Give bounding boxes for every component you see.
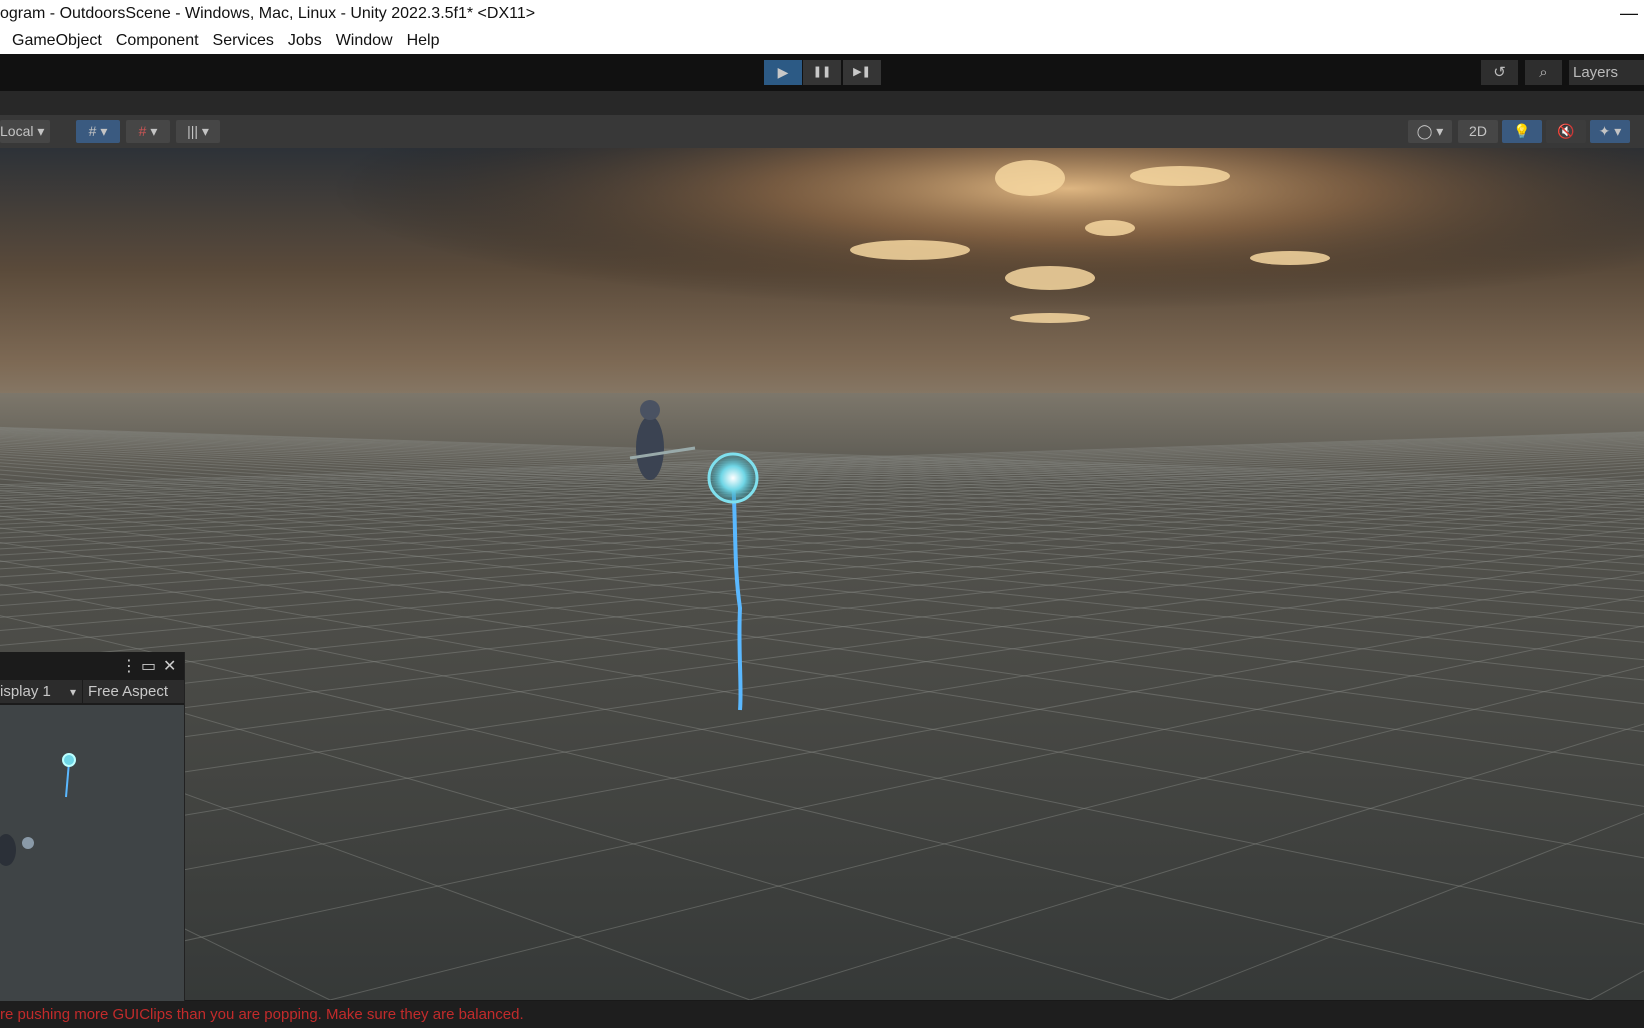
scene-view[interactable] xyxy=(0,148,1644,1000)
title-bar: ogram - OutdoorsScene - Windows, Mac, Li… xyxy=(0,0,1644,27)
pause-button[interactable]: ❚❚ xyxy=(803,60,841,85)
search-icon[interactable]: ⌕ xyxy=(1525,60,1562,85)
scene-render xyxy=(0,148,1644,1000)
display-dropdown[interactable]: isplay 1 ▾ xyxy=(0,680,83,704)
main-toolbar: ▶ ❚❚ ▶❚ ↺ ⌕ Layers xyxy=(0,54,1644,91)
pivot-local-dropdown[interactable]: Local ▾ xyxy=(0,120,50,143)
game-render xyxy=(0,753,76,866)
magnet-grid-icon: # xyxy=(138,123,147,139)
shading-icon: ◯ xyxy=(1416,123,1433,139)
chevron-down-icon: ▾ xyxy=(37,123,45,139)
window-title: ogram - OutdoorsScene - Windows, Mac, Li… xyxy=(0,5,536,22)
grid-icon: # xyxy=(88,123,97,139)
menu-help[interactable]: Help xyxy=(400,27,447,54)
more-options-icon[interactable]: ⋮ xyxy=(121,656,137,676)
game-view-header: ⋮ ▭ ✕ xyxy=(0,652,184,680)
menu-window[interactable]: Window xyxy=(329,27,400,54)
chevron-down-icon: ▾ xyxy=(1614,123,1622,139)
chevron-down-icon: ▾ xyxy=(69,685,76,699)
aspect-dropdown[interactable]: Free Aspect xyxy=(88,680,168,704)
maximize-icon[interactable]: ▭ xyxy=(141,656,156,676)
menu-component[interactable]: Component xyxy=(109,27,206,54)
ruler-icon: ||| xyxy=(187,123,198,139)
effects-dropdown[interactable]: ✦ ▾ xyxy=(1590,120,1630,143)
menu-jobs[interactable]: Jobs xyxy=(281,27,329,54)
snap-button[interactable]: # ▾ xyxy=(126,120,170,143)
game-view-panel: ⋮ ▭ ✕ isplay 1 ▾ Free Aspect xyxy=(0,652,185,1001)
close-icon[interactable]: ✕ xyxy=(163,656,176,676)
orb-gizmo xyxy=(707,452,759,504)
chevron-down-icon: ▾ xyxy=(201,123,209,139)
audio-toggle[interactable]: 🔇 xyxy=(1546,120,1586,143)
2d-toggle[interactable]: 2D xyxy=(1458,120,1498,143)
lighting-toggle[interactable]: 💡 xyxy=(1502,120,1542,143)
minimize-button[interactable]: — xyxy=(1620,0,1638,27)
chevron-down-icon: ▾ xyxy=(1436,123,1444,139)
draw-mode-dropdown[interactable]: ◯ ▾ xyxy=(1408,120,1452,143)
menu-gameobject[interactable]: GameObject xyxy=(5,27,109,54)
chevron-down-icon: ▾ xyxy=(100,123,108,139)
console-status-bar[interactable]: re pushing more GUIClips than you are po… xyxy=(0,1001,1644,1028)
chevron-down-icon: ▾ xyxy=(150,123,158,139)
game-view-toolbar: isplay 1 ▾ Free Aspect xyxy=(0,680,184,705)
tab-strip xyxy=(0,91,1644,115)
play-button[interactable]: ▶ xyxy=(764,60,802,85)
grid-snap-button[interactable]: # ▾ xyxy=(76,120,120,143)
mute-icon: 🔇 xyxy=(1557,123,1575,139)
menu-bar: GameObject Component Services Jobs Windo… xyxy=(0,27,1644,54)
display-label: isplay 1 xyxy=(0,683,51,700)
step-button[interactable]: ▶❚ xyxy=(843,60,881,85)
console-message: re pushing more GUIClips than you are po… xyxy=(0,1006,524,1023)
increment-snap-button[interactable]: ||| ▾ xyxy=(176,120,220,143)
history-icon[interactable]: ↺ xyxy=(1481,60,1518,85)
pivot-label: Local xyxy=(0,123,34,139)
effects-icon: ✦ xyxy=(1598,123,1611,139)
scene-toolbar: Local ▾ # ▾ # ▾ ||| ▾ ◯ ▾ 2D 💡 🔇 ✦ ▾ xyxy=(0,115,1644,148)
layers-dropdown[interactable]: Layers xyxy=(1569,60,1644,85)
menu-services[interactable]: Services xyxy=(206,27,281,54)
lightbulb-icon: 💡 xyxy=(1513,123,1531,139)
